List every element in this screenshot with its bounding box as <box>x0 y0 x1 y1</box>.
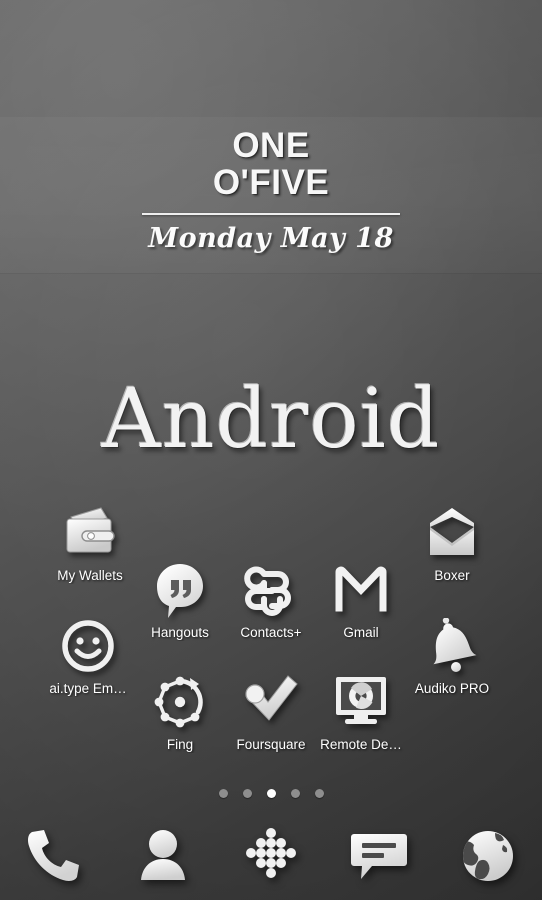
wallet-icon <box>44 505 136 563</box>
app-icon-boxer[interactable]: Boxer <box>406 505 498 584</box>
app-icon-my-wallets[interactable]: My Wallets <box>44 505 136 584</box>
bell-icon <box>406 618 498 676</box>
checkmark-icon <box>225 674 317 732</box>
app-label: Foursquare <box>236 737 306 752</box>
page-dot-2[interactable] <box>242 789 252 798</box>
app-icon-ai-type[interactable]: ai.type Em… <box>42 618 134 697</box>
app-label: Remote De… <box>320 737 402 752</box>
app-drawer-icon <box>246 828 297 878</box>
app-icon-foursquare[interactable]: Foursquare <box>225 674 317 753</box>
phone-icon <box>28 830 80 881</box>
page-dot-5[interactable] <box>314 789 324 798</box>
home-screen: ONE O'FIVE Monday May 18 Android My Wall… <box>0 0 542 900</box>
app-icon-grid: My Wallets Hangouts Contacts+ Gmail Boxe… <box>0 0 542 900</box>
app-label: Boxer <box>434 568 470 583</box>
app-icon-gmail[interactable]: Gmail <box>315 562 407 641</box>
dock-item-phone[interactable] <box>0 826 108 886</box>
app-icon-contacts-plus[interactable]: Contacts+ <box>225 562 317 641</box>
app-label: My Wallets <box>57 568 123 583</box>
envelope-icon <box>406 505 498 563</box>
page-dot-4[interactable] <box>290 789 300 798</box>
dock-item-app-drawer[interactable] <box>217 826 325 886</box>
app-label: Contacts+ <box>240 625 302 640</box>
app-label: Fing <box>166 737 194 752</box>
app-icon-fing[interactable]: Fing <box>134 674 226 753</box>
contacts-icon <box>225 562 317 620</box>
dock-item-messaging[interactable] <box>325 828 433 884</box>
page-dot-1[interactable] <box>218 789 228 798</box>
app-label: Hangouts <box>151 625 209 640</box>
network-scan-icon <box>134 674 226 732</box>
app-label: Audiko PRO <box>414 681 490 696</box>
gmail-icon <box>315 562 407 620</box>
app-icon-audiko-pro[interactable]: Audiko PRO <box>406 618 498 697</box>
dock-item-browser[interactable] <box>434 827 542 885</box>
app-label: ai.type Em… <box>49 681 127 696</box>
app-icon-hangouts[interactable]: Hangouts <box>134 562 226 641</box>
contacts-person-icon <box>140 830 185 880</box>
app-icon-remote-desktop[interactable]: Remote De… <box>315 674 407 753</box>
messaging-icon <box>351 834 408 879</box>
dock-item-people[interactable] <box>108 827 216 885</box>
app-label: Gmail <box>343 625 379 640</box>
monitor-chrome-icon <box>315 674 407 732</box>
smiley-icon <box>42 618 134 676</box>
page-indicator[interactable] <box>0 789 542 798</box>
browser-globe-icon <box>462 831 513 881</box>
page-dot-3-active[interactable] <box>266 789 276 798</box>
dock <box>0 812 542 900</box>
hangouts-icon <box>134 562 226 620</box>
